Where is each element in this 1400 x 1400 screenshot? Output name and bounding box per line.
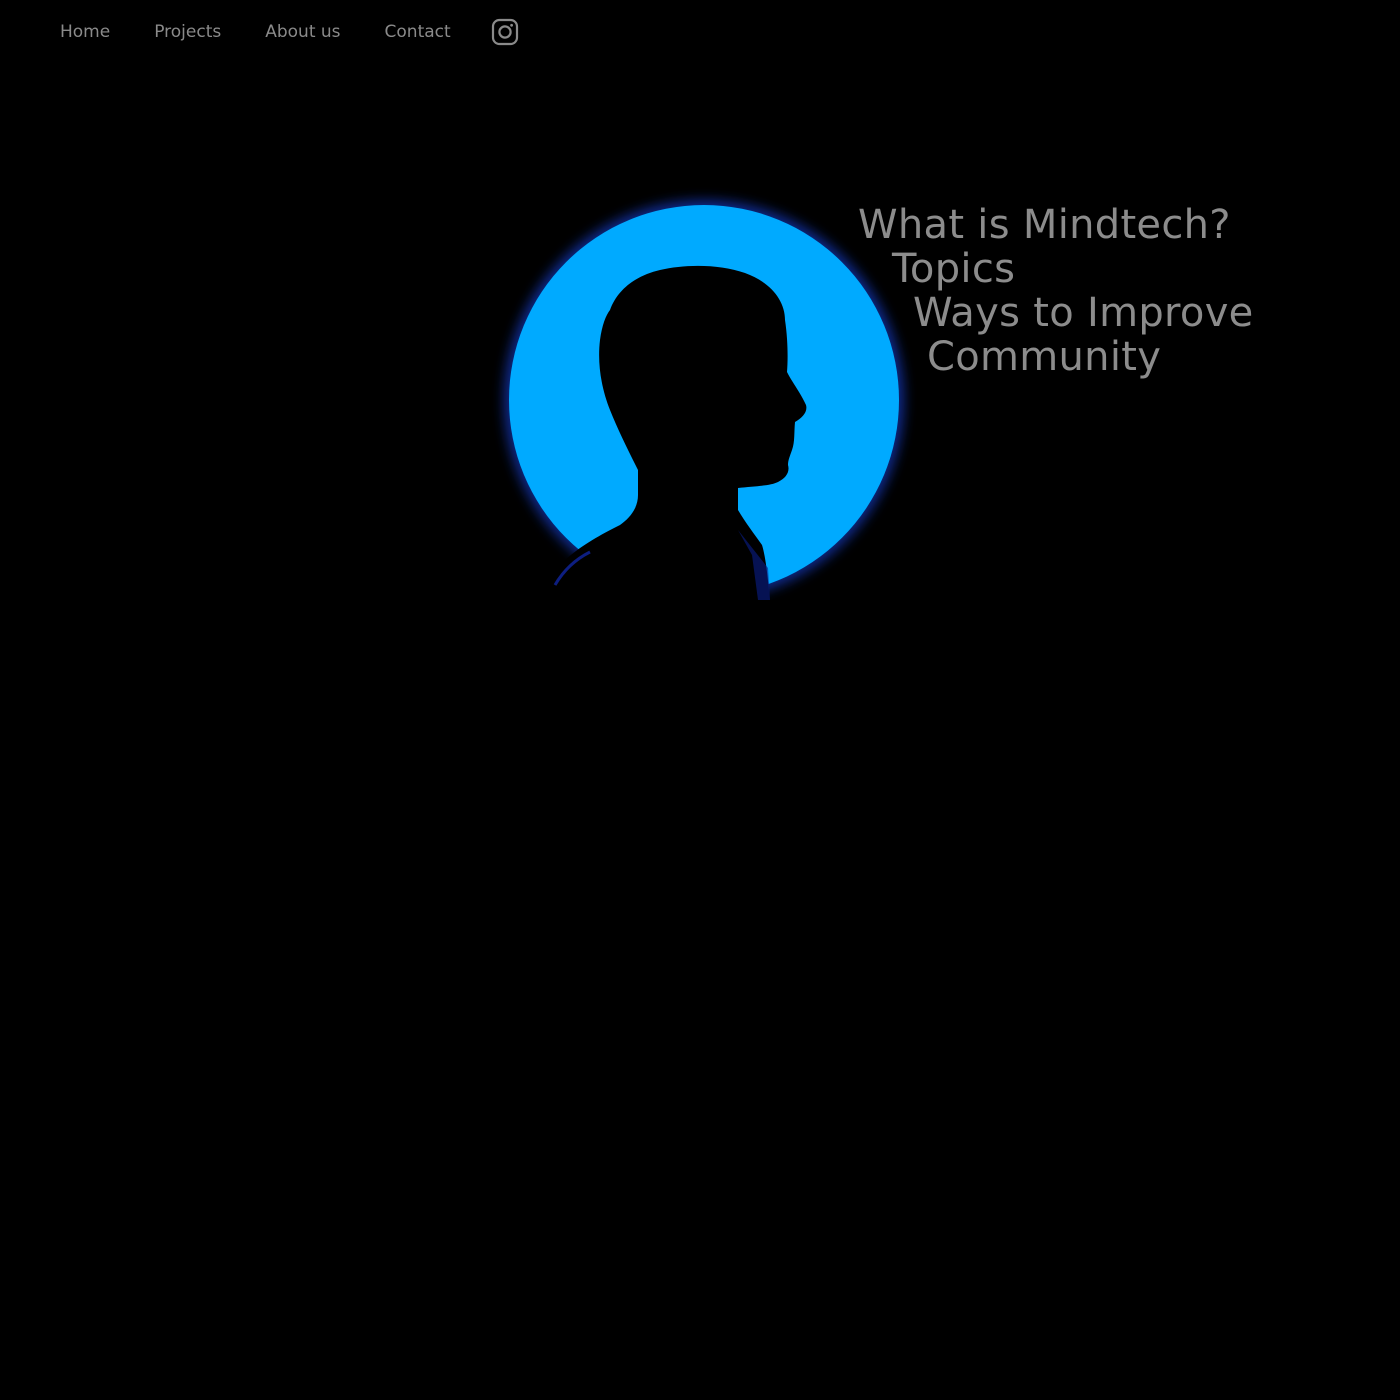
page: Home Projects About us Contact What is M… <box>0 0 1400 1400</box>
hero-link-what-is-mindtech[interactable]: What is Mindtech? <box>858 202 1231 248</box>
nav-about-link[interactable]: About us <box>265 18 340 46</box>
hero-link-community[interactable]: Community <box>927 334 1161 380</box>
top-nav: Home Projects About us Contact <box>60 18 519 46</box>
hero-link-ways-to-improve[interactable]: Ways to Improve <box>913 290 1254 336</box>
nav-projects-link[interactable]: Projects <box>154 18 221 46</box>
nav-contact-link[interactable]: Contact <box>385 18 451 46</box>
instagram-icon[interactable] <box>491 18 519 46</box>
hero-link-topics[interactable]: Topics <box>892 246 1015 292</box>
nav-home-link[interactable]: Home <box>60 18 110 46</box>
